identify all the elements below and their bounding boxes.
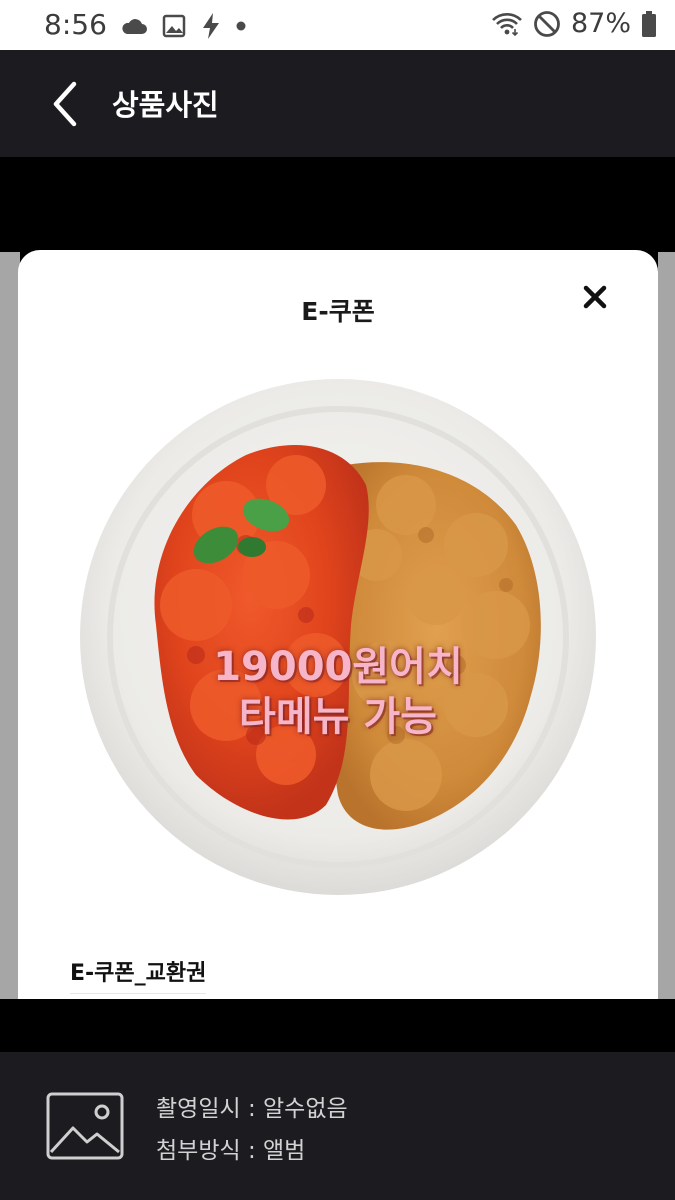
chevron-left-icon	[53, 81, 77, 127]
close-icon	[583, 285, 607, 309]
image-icon	[162, 14, 186, 38]
promo-text: 19000원어치 타메뉴 가능	[18, 642, 658, 742]
status-right-icons: 87%	[491, 8, 657, 39]
back-button[interactable]	[44, 78, 92, 130]
app-bar: 상품사진	[0, 50, 675, 157]
do-not-disturb-icon	[534, 10, 560, 37]
promo-line-2: 타메뉴 가능	[239, 694, 437, 740]
wifi-icon	[492, 12, 522, 36]
coupon-name: E-쿠폰_교환권	[70, 955, 207, 994]
battery-percent: 87%	[570, 8, 631, 39]
shot-date: 촬영일시 : 알수없음	[156, 1096, 348, 1122]
dot-icon	[236, 21, 246, 31]
prev-image-edge[interactable]	[0, 252, 20, 999]
next-image-edge[interactable]	[658, 252, 675, 999]
product-image-card[interactable]: E-쿠폰 19000원어치 타메뉴 가능 E-쿠폰_교환권	[18, 250, 658, 999]
photo-info-text: 촬영일시 : 알수없음 첨부방식 : 앨범	[156, 1088, 348, 1172]
flash-icon	[203, 13, 219, 39]
photo-info-bar: 촬영일시 : 알수없음 첨부방식 : 앨범	[0, 1052, 675, 1200]
battery-icon	[642, 10, 656, 37]
cloud-icon	[122, 19, 147, 34]
status-time: 8:56	[44, 8, 107, 41]
card-title: E-쿠폰	[301, 297, 375, 326]
image-placeholder-icon	[46, 1092, 124, 1160]
page-title: 상품사진	[112, 88, 219, 122]
promo-line-1: 19000원어치	[213, 644, 463, 690]
attach-method: 첨부방식 : 앨범	[156, 1138, 306, 1164]
status-left-icons	[120, 12, 246, 40]
close-button[interactable]	[580, 282, 610, 312]
status-bar: 8:56 87%	[0, 0, 675, 50]
chicken-plate-image	[80, 379, 596, 895]
